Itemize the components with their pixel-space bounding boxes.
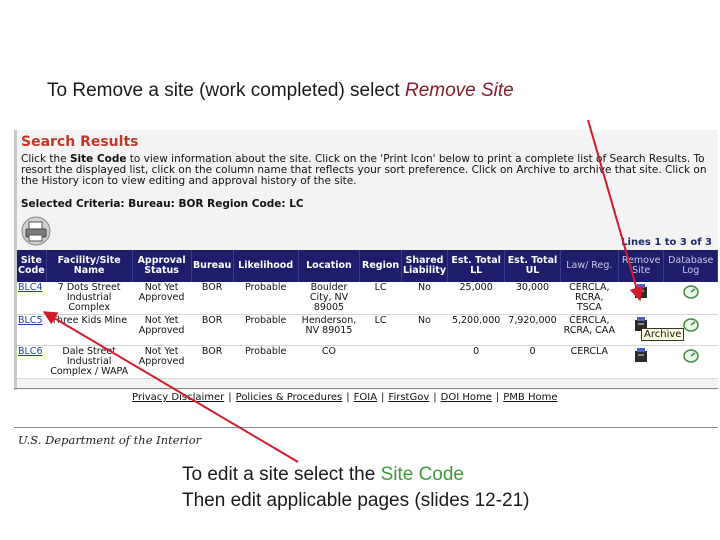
est-total-ll: 5,200,000 <box>447 314 505 346</box>
col-est-total-ll[interactable]: Est. Total LL <box>447 250 506 282</box>
facility-name: Dale Street Industrial Complex / WAPA <box>46 345 133 379</box>
department-name: U.S. Department of the Interior <box>18 433 202 447</box>
location: Henderson, NV 89015 <box>298 314 360 346</box>
col-est-total-ul[interactable]: Est. Total UL <box>504 250 561 282</box>
site-code-link[interactable]: BLC6 <box>17 345 47 379</box>
site-code-link[interactable]: BLC4 <box>17 282 47 315</box>
est-total-ul: 30,000 <box>504 282 561 315</box>
approval-status: Not Yet Approved <box>132 345 192 379</box>
print-icon[interactable] <box>21 216 51 246</box>
shared-liability: No <box>401 282 448 315</box>
table-row: BLC4 7 Dots Street Industrial Complex No… <box>17 282 718 315</box>
likelihood: Probable <box>233 282 299 315</box>
foia-link[interactable]: FOIA <box>354 392 377 403</box>
est-total-ll: 0 <box>447 345 505 379</box>
est-total-ul: 7,920,000 <box>504 314 561 346</box>
region: LC <box>359 314 402 346</box>
col-database-log: Database Log <box>663 250 718 282</box>
archive-tooltip: Archive <box>641 328 685 341</box>
site-code-link[interactable]: BLC5 <box>17 314 47 346</box>
lines-count: Lines 1 to 3 of 3 <box>621 237 712 248</box>
database-log-cell <box>663 282 718 315</box>
col-likelihood[interactable]: Likelihood <box>233 250 299 282</box>
caption-site-code-highlight: Site Code <box>380 464 465 485</box>
shared-liability <box>401 345 448 379</box>
footer-links: Privacy Disclaimer | Policies & Procedures… <box>132 392 558 403</box>
privacy-disclaimer-link[interactable]: Privacy Disclaimer <box>132 392 224 403</box>
law-reg: CERCLA <box>560 345 619 379</box>
region: LC <box>359 282 402 315</box>
approval-status: Not Yet Approved <box>132 282 192 315</box>
col-approval-status[interactable]: Approval Status <box>132 250 192 282</box>
est-total-ll: 25,000 <box>447 282 505 315</box>
search-instructions: Click the Site Code to view information … <box>21 153 707 187</box>
col-remove-site: Remove Site <box>618 250 665 282</box>
table-row: BLC6 Dale Street Industrial Complex / WA… <box>17 345 718 379</box>
bureau: BOR <box>191 314 234 346</box>
doi-home-link[interactable]: DOI Home <box>441 392 492 403</box>
remove-site-cell <box>618 345 664 379</box>
pmb-home-link[interactable]: PMB Home <box>503 392 557 403</box>
history-icon[interactable] <box>682 285 699 299</box>
col-law-reg: Law/ Reg. <box>560 250 619 282</box>
bureau: BOR <box>191 282 234 315</box>
history-icon[interactable] <box>682 318 699 332</box>
search-results-screenshot: Search Results Click the Site Code to vi… <box>14 130 718 454</box>
caption-edit-line1: To edit a site select the Site Code <box>182 464 465 485</box>
remove-site-cell <box>618 282 664 315</box>
facility-name: 7 Dots Street Industrial Complex <box>46 282 133 315</box>
likelihood: Probable <box>233 314 299 346</box>
search-results-title: Search Results <box>21 134 139 150</box>
col-bureau[interactable]: Bureau <box>191 250 234 282</box>
search-results-panel: Search Results Click the Site Code to vi… <box>14 130 718 390</box>
results-header-row: Site Code Facility/Site Name Approval St… <box>17 250 718 282</box>
selected-criteria: Selected Criteria: Bureau: BOR Region Co… <box>21 198 304 210</box>
location: Boulder City, NV 89005 <box>298 282 360 315</box>
remove-site-icon[interactable] <box>634 283 648 299</box>
table-row: BLC5 Three Kids Mine Not Yet Approved BO… <box>17 314 718 346</box>
bureau: BOR <box>191 345 234 379</box>
law-reg: CERCLA, RCRA, TSCA <box>560 282 619 315</box>
region <box>359 345 402 379</box>
col-location[interactable]: Location <box>298 250 361 282</box>
est-total-ul: 0 <box>504 345 561 379</box>
col-facility-name[interactable]: Facility/Site Name <box>46 250 133 282</box>
law-reg: CERCLA, RCRA, CAA <box>560 314 619 346</box>
caption-edit-line2: Then edit applicable pages (slides 12-21… <box>182 490 530 511</box>
remove-site-icon[interactable] <box>634 347 648 363</box>
policies-link[interactable]: Policies & Procedures <box>236 392 343 403</box>
approval-status: Not Yet Approved <box>132 314 192 346</box>
caption-remove-site: To Remove a site (work completed) select… <box>47 80 514 101</box>
results-table: Site Code Facility/Site Name Approval St… <box>17 250 718 379</box>
facility-name: Three Kids Mine <box>46 314 133 346</box>
likelihood: Probable <box>233 345 299 379</box>
database-log-cell <box>663 345 718 379</box>
col-region[interactable]: Region <box>359 250 402 282</box>
col-shared-liability[interactable]: Shared Liability <box>401 250 449 282</box>
firstgov-link[interactable]: FirstGov <box>388 392 429 403</box>
shared-liability: No <box>401 314 448 346</box>
divider <box>14 388 718 389</box>
history-icon[interactable] <box>682 349 699 363</box>
caption-remove-site-highlight: Remove Site <box>404 80 514 101</box>
divider <box>14 427 718 428</box>
col-site-code[interactable]: Site Code <box>17 250 47 282</box>
location: CO <box>298 345 360 379</box>
caption-edit-site: To edit a site select the Site Code Then… <box>182 462 530 514</box>
